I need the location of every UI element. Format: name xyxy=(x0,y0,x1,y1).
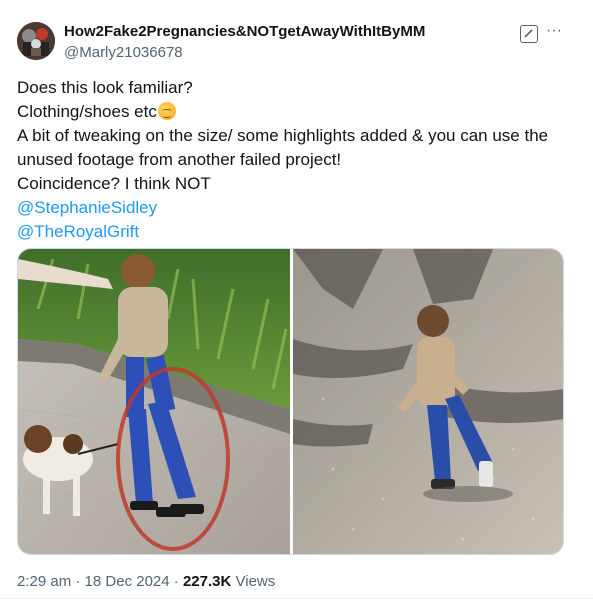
tweet-line-with-emoji: Clothing/shoes etc xyxy=(17,100,577,124)
meta-separator: · xyxy=(169,573,183,590)
more-icon[interactable]: ··· xyxy=(546,22,562,40)
mention-link[interactable]: @TheRoyalGrift xyxy=(17,220,577,244)
smiling-relieved-emoji-icon xyxy=(157,102,176,120)
divider xyxy=(0,598,593,599)
tweet: How2Fake2Pregnancies&NOTgetAwayWithItByM… xyxy=(0,0,593,600)
tweet-text: Does this look familiar? Clothing/shoes … xyxy=(17,76,577,244)
grok-icon[interactable] xyxy=(520,25,538,43)
views-label: Views xyxy=(231,573,276,590)
mention-link[interactable]: @StephanieSidley xyxy=(17,196,577,220)
display-name[interactable]: How2Fake2Pregnancies&NOTgetAwayWithItByM… xyxy=(64,22,425,41)
author-block: How2Fake2Pregnancies&NOTgetAwayWithItByM… xyxy=(64,22,425,62)
tweet-meta: 2:29 am · 18 Dec 2024 · 227.3K Views xyxy=(17,572,275,591)
photo-child-running-shadows[interactable] xyxy=(293,249,563,554)
photo-child-walking-with-dog[interactable] xyxy=(18,249,291,554)
views-count[interactable]: 227.3K xyxy=(183,573,231,590)
tweet-line: Does this look familiar? xyxy=(17,78,193,97)
media-grid xyxy=(17,248,564,555)
tweet-line: Clothing/shoes etc xyxy=(17,102,157,121)
tweet-line: A bit of tweaking on the size/ some high… xyxy=(17,126,549,145)
tweet-time[interactable]: 2:29 am xyxy=(17,573,71,590)
tweet-line: Coincidence? I think NOT xyxy=(17,174,211,193)
tweet-line: unused footage from another failed proje… xyxy=(17,150,342,169)
tweet-date[interactable]: 18 Dec 2024 xyxy=(85,573,170,590)
meta-separator: · xyxy=(71,573,85,590)
avatar[interactable] xyxy=(17,22,55,60)
handle[interactable]: @Marly21036678 xyxy=(64,43,425,62)
